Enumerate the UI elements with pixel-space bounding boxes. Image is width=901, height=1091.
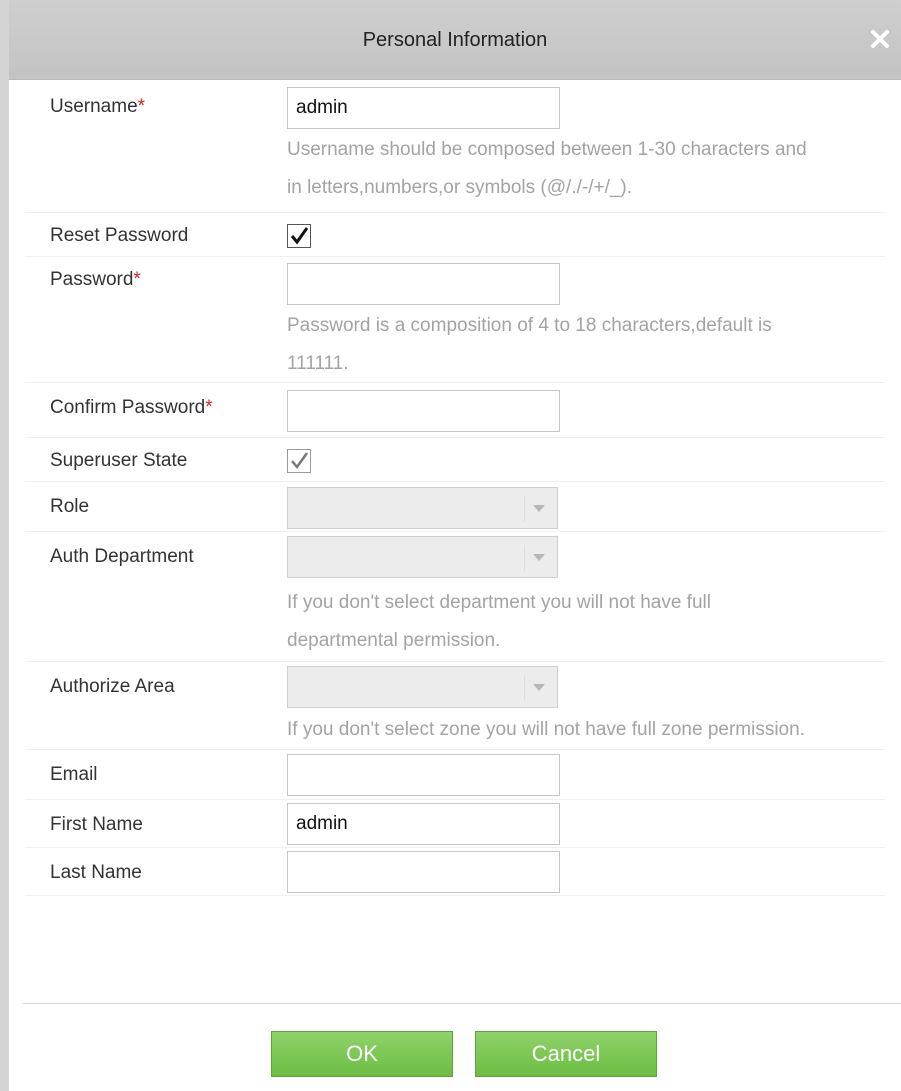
- email-row: Email: [25, 750, 885, 800]
- confirm-password-row: Confirm Password*: [25, 383, 885, 438]
- chevron-down-icon: [533, 505, 545, 512]
- confirm-password-label: Confirm Password*: [50, 397, 213, 418]
- confirm-password-input[interactable]: [287, 390, 560, 432]
- role-label: Role: [50, 496, 90, 517]
- dialog-title: Personal Information: [362, 29, 548, 51]
- first-name-label: First Name: [50, 814, 143, 835]
- first-name-row: First Name: [25, 800, 885, 848]
- cancel-button[interactable]: Cancel: [475, 1031, 657, 1077]
- email-input[interactable]: [287, 754, 560, 796]
- last-name-input[interactable]: [287, 851, 560, 893]
- password-hint-line2: 111111.: [287, 353, 349, 374]
- close-icon[interactable]: [865, 24, 895, 54]
- username-hint-line2: in letters,numbers,or symbols (@/./-/+/_…: [287, 177, 633, 198]
- select-divider: [524, 496, 525, 522]
- personal-information-dialog: Personal Information Username* Username …: [0, 0, 901, 1091]
- checkmark-icon: [290, 227, 309, 245]
- auth-department-label: Auth Department: [50, 546, 194, 567]
- role-select[interactable]: [287, 487, 558, 529]
- password-input[interactable]: [287, 263, 560, 305]
- username-hint-line1: Username should be composed between 1-30…: [287, 139, 807, 160]
- reset-password-checkbox[interactable]: [287, 224, 311, 248]
- email-label: Email: [50, 764, 98, 785]
- superuser-state-checkbox[interactable]: [287, 449, 311, 473]
- password-hint-line1: Password is a composition of 4 to 18 cha…: [287, 315, 772, 336]
- required-mark: *: [205, 397, 213, 418]
- ok-button[interactable]: OK: [271, 1031, 453, 1077]
- username-label: Username*: [50, 96, 146, 117]
- last-name-label: Last Name: [50, 862, 142, 883]
- authorize-area-label: Authorize Area: [50, 676, 175, 697]
- required-mark: *: [133, 269, 141, 290]
- checkmark-icon: [291, 452, 309, 470]
- dialog-footer: OK Cancel: [23, 1003, 901, 1091]
- required-mark: *: [137, 96, 146, 117]
- role-row: Role: [25, 482, 885, 532]
- auth-department-select[interactable]: [287, 536, 558, 578]
- authorize-area-select[interactable]: [287, 666, 558, 708]
- username-input[interactable]: [287, 87, 560, 129]
- reset-password-label: Reset Password: [50, 225, 189, 246]
- select-divider: [524, 675, 525, 701]
- reset-password-row: Reset Password: [25, 213, 885, 257]
- superuser-state-row: Superuser State: [25, 438, 885, 482]
- chevron-down-icon: [533, 684, 545, 691]
- authorize-area-row: Authorize Area If you don't select zone …: [25, 662, 885, 750]
- authorize-area-hint: If you don't select zone you will not ha…: [287, 719, 805, 740]
- auth-department-hint-line1: If you don't select department you will …: [287, 592, 711, 613]
- first-name-input[interactable]: [287, 803, 560, 845]
- superuser-state-label: Superuser State: [50, 450, 188, 471]
- auth-department-row: Auth Department If you don't select depa…: [25, 532, 885, 662]
- dialog-titlebar: Personal Information: [9, 0, 901, 80]
- last-name-row: Last Name: [25, 848, 885, 896]
- password-row: Password* Password is a composition of 4…: [25, 257, 885, 383]
- username-row: Username* Username should be composed be…: [25, 80, 885, 213]
- chevron-down-icon: [533, 554, 545, 561]
- auth-department-hint-line2: departmental permission.: [287, 630, 501, 651]
- select-divider: [524, 545, 525, 571]
- password-label: Password*: [50, 269, 141, 290]
